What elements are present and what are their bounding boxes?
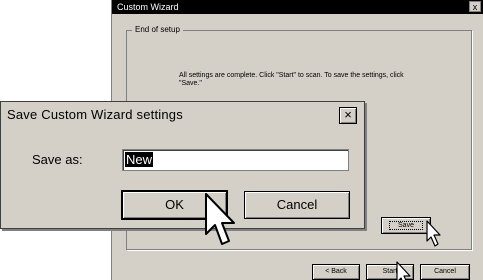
wizard-title: Custom Wizard xyxy=(117,2,179,12)
wizard-close-button[interactable]: x xyxy=(469,1,481,12)
back-button[interactable]: < Back xyxy=(312,264,360,280)
dialog-close-button[interactable]: × xyxy=(339,107,357,124)
dialog-title: Save Custom Wizard settings xyxy=(7,107,183,122)
pointer-cursor-icon xyxy=(426,220,441,247)
wizard-cancel-button[interactable]: Cancel xyxy=(420,264,470,280)
save-as-input[interactable]: New xyxy=(122,149,349,171)
completion-message: All settings are complete. Click "Start"… xyxy=(179,72,404,87)
save-button-label: Save xyxy=(389,221,423,230)
wizard-title-bar: Custom Wizard x xyxy=(112,0,483,14)
group-label: End of setup xyxy=(132,25,183,34)
pointer-cursor-icon xyxy=(205,193,235,245)
save-button[interactable]: Save xyxy=(381,217,431,234)
save-as-label: Save as: xyxy=(32,152,83,167)
dialog-cancel-button[interactable]: Cancel xyxy=(244,191,350,219)
save-settings-dialog: Save Custom Wizard settings × Save as: N… xyxy=(0,101,365,229)
pointer-cursor-icon xyxy=(396,261,411,280)
save-as-value: New xyxy=(125,152,154,167)
